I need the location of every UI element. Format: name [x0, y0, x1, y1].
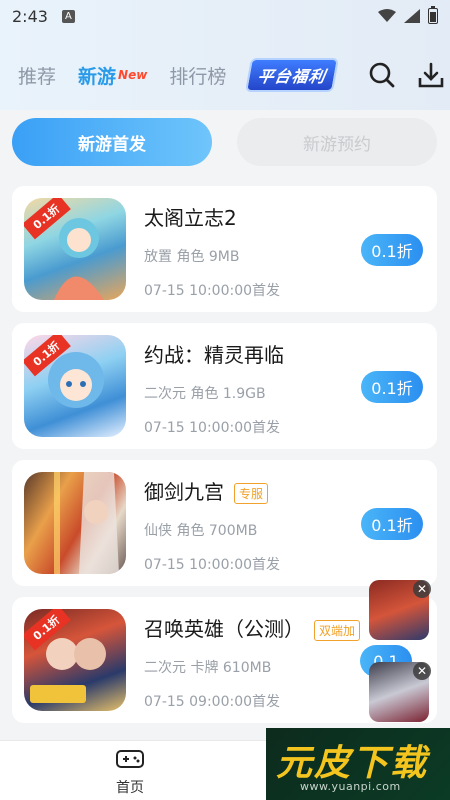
discount-button[interactable]: 0.1折	[361, 371, 423, 403]
game-meta: 放置 角色 9MB	[144, 249, 240, 265]
release-date: 07-15 10:00:00首发	[144, 420, 281, 436]
game-icon: 0.1折	[24, 198, 126, 300]
game-icon: 0.1折	[24, 609, 126, 711]
status-bar: 2:43 A	[0, 0, 450, 32]
game-title-text: 御剑九宫	[144, 480, 224, 504]
discount-button[interactable]: 0.1折	[361, 508, 423, 540]
watermark-url: www.yuanpi.com	[300, 780, 401, 793]
game-title: 御剑九宫 专服	[144, 476, 269, 505]
close-icon[interactable]: ✕	[413, 662, 431, 680]
download-icon[interactable]	[416, 60, 446, 90]
watermark-logo: 元皮下载 www.yuanpi.com	[266, 728, 450, 800]
tab-ranking[interactable]: 排行榜	[169, 62, 226, 89]
release-date: 07-15 10:00:00首发	[144, 283, 281, 299]
release-date: 07-15 10:00:00首发	[144, 557, 281, 573]
tab-new-games[interactable]: 新游	[78, 62, 116, 89]
game-meta: 二次元 角色 1.9GB	[144, 386, 266, 402]
game-card[interactable]: 御剑九宫 专服 仙侠 角色 700MB 07-15 10:00:00首发 0.1折	[12, 460, 437, 586]
game-icon: 0.1折	[24, 335, 126, 437]
dual-platform-tag: 双端加	[314, 620, 361, 641]
search-icon[interactable]	[367, 60, 397, 90]
nav-home[interactable]: 首页	[100, 747, 160, 797]
game-title: 召唤英雄（公测） 双端加	[144, 613, 361, 642]
battery-icon	[428, 6, 438, 24]
discount-button[interactable]: 0.1折	[361, 234, 423, 266]
signal-icon	[404, 9, 420, 23]
new-badge: New	[118, 68, 148, 82]
game-title-text: 召唤英雄（公测）	[144, 617, 304, 641]
status-time: 2:43	[12, 6, 48, 26]
game-title: 太阁立志2	[144, 206, 237, 230]
platform-welfare-button[interactable]: 平台福利	[245, 58, 340, 92]
game-meta: 仙侠 角色 700MB	[144, 523, 258, 539]
tab-recommend[interactable]: 推荐	[18, 62, 56, 89]
game-icon	[24, 472, 126, 574]
server-tag: 专服	[234, 483, 269, 504]
game-title: 约战：精灵再临	[144, 343, 284, 367]
wifi-icon	[378, 9, 396, 22]
notification-icon: A	[61, 9, 75, 23]
nav-home-label: 首页	[116, 780, 144, 796]
game-meta: 二次元 卡牌 610MB	[144, 660, 272, 676]
watermark-title: 元皮下载	[276, 743, 429, 784]
sub-tab-new-release[interactable]: 新游首发	[12, 118, 212, 166]
game-card[interactable]: 0.1折 约战：精灵再临 二次元 角色 1.9GB 07-15 10:00:00…	[12, 323, 437, 449]
close-icon[interactable]: ✕	[413, 580, 431, 598]
game-card[interactable]: 0.1折 太阁立志2 放置 角色 9MB 07-15 10:00:00首发 0.…	[12, 186, 437, 312]
release-date: 07-15 09:00:00首发	[144, 694, 281, 710]
gamepad-icon	[116, 750, 144, 768]
sub-tab-reservation[interactable]: 新游预约	[237, 118, 437, 166]
